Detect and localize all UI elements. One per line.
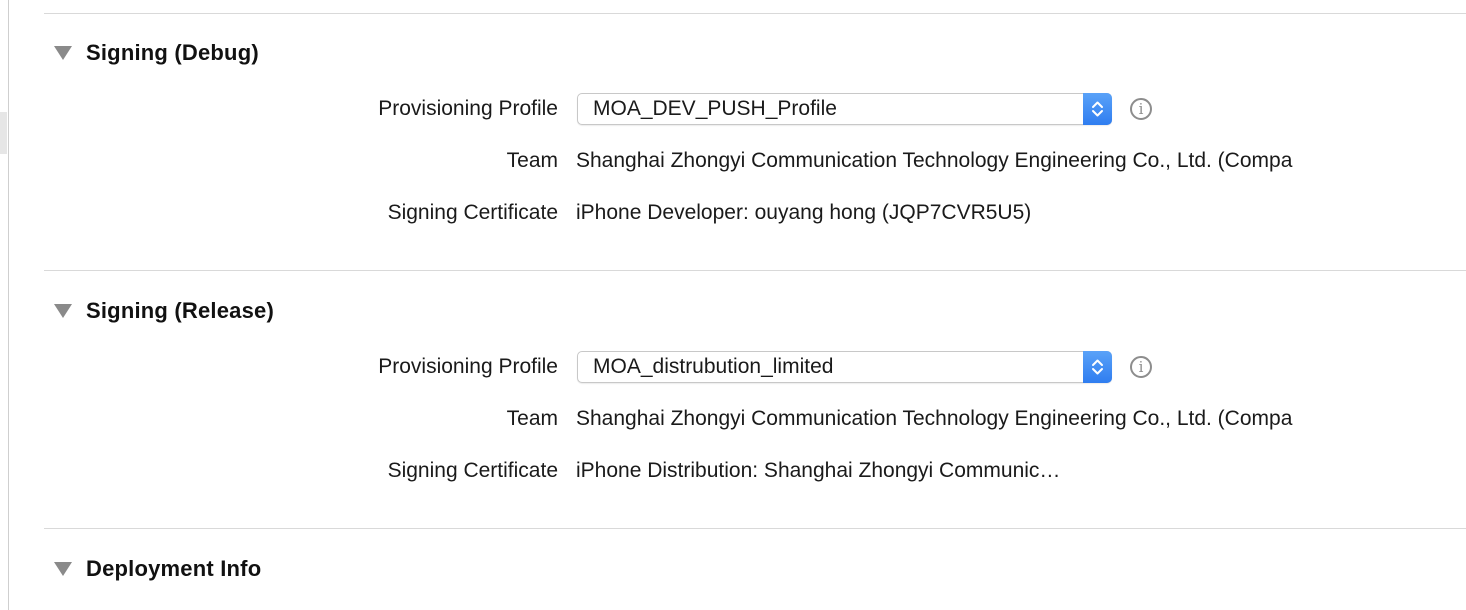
disclosure-triangle-icon[interactable] xyxy=(54,46,72,60)
info-icon[interactable]: i xyxy=(1130,98,1152,120)
disclosure-triangle-icon[interactable] xyxy=(54,562,72,576)
up-down-chevron-icon[interactable] xyxy=(1083,351,1112,383)
section-divider xyxy=(44,270,1466,271)
signing-certificate-row: Signing Certificate iPhone Developer: ou… xyxy=(0,196,1466,230)
section-header-deployment-info[interactable]: Deployment Info xyxy=(54,554,261,584)
info-icon[interactable]: i xyxy=(1130,356,1152,378)
section-divider xyxy=(44,528,1466,529)
disclosure-triangle-icon[interactable] xyxy=(54,304,72,318)
team-value: Shanghai Zhongyi Communication Technolog… xyxy=(576,149,1293,172)
provisioning-profile-label: Provisioning Profile xyxy=(378,355,558,378)
up-down-chevron-icon[interactable] xyxy=(1083,93,1112,125)
provisioning-profile-row: Provisioning Profile MOA_DEV_PUSH_Profil… xyxy=(0,92,1466,126)
section-divider xyxy=(44,13,1466,14)
signing-certificate-value: iPhone Distribution: Shanghai Zhongyi Co… xyxy=(576,459,1061,482)
provisioning-profile-label: Provisioning Profile xyxy=(378,97,558,120)
team-value: Shanghai Zhongyi Communication Technolog… xyxy=(576,407,1293,430)
section-title: Signing (Release) xyxy=(86,298,274,323)
team-label: Team xyxy=(506,149,558,172)
section-header-signing-release[interactable]: Signing (Release) xyxy=(54,296,274,326)
signing-certificate-value: iPhone Developer: ouyang hong (JQP7CVR5U… xyxy=(576,201,1032,224)
provisioning-profile-popup[interactable]: MOA_distrubution_limited xyxy=(577,351,1112,383)
provisioning-profile-value: MOA_distrubution_limited xyxy=(593,355,834,378)
signing-certificate-label: Signing Certificate xyxy=(387,201,558,224)
signing-certificate-row: Signing Certificate iPhone Distribution:… xyxy=(0,454,1466,488)
team-row: Team Shanghai Zhongyi Communication Tech… xyxy=(0,144,1466,178)
section-header-signing-debug[interactable]: Signing (Debug) xyxy=(54,38,259,68)
provisioning-profile-popup[interactable]: MOA_DEV_PUSH_Profile xyxy=(577,93,1112,125)
provisioning-profile-row: Provisioning Profile MOA_distrubution_li… xyxy=(0,350,1466,384)
provisioning-profile-value: MOA_DEV_PUSH_Profile xyxy=(593,97,837,120)
section-title: Signing (Debug) xyxy=(86,40,259,65)
team-row: Team Shanghai Zhongyi Communication Tech… xyxy=(0,402,1466,436)
team-label: Team xyxy=(506,407,558,430)
signing-certificate-label: Signing Certificate xyxy=(387,459,558,482)
section-title: Deployment Info xyxy=(86,556,262,581)
